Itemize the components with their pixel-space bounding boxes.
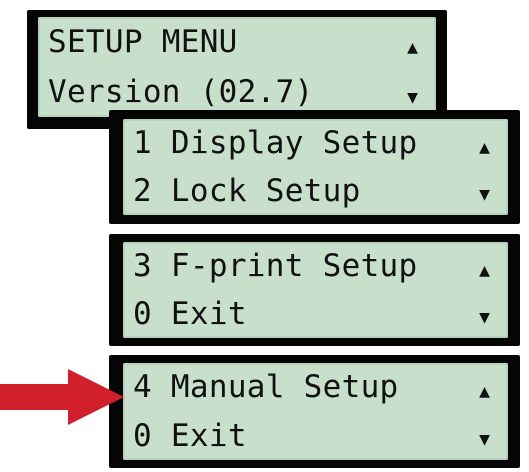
lcd-text: 0 Exit (133, 296, 247, 332)
scroll-down-icon: ▼ (479, 429, 490, 450)
red-arrow-icon (0, 369, 124, 425)
lcd-text: SETUP MENU (48, 24, 238, 60)
lcd-screen-setup-options-2: 3 F-print Setup 0 Exit ▲ ▼ (123, 242, 508, 338)
lcd-line-option: 0 Exit (133, 290, 508, 338)
scroll-down-icon: ▼ (479, 184, 490, 205)
lcd-screen-setup-menu: SETUP MENU Version (02.7) ▲ ▼ (38, 17, 436, 117)
lcd-text: 0 Exit (133, 417, 247, 454)
scroll-up-icon: ▲ (479, 137, 490, 158)
red-arrow-shape (0, 369, 124, 425)
lcd-line-option: 1 Display Setup (133, 119, 508, 167)
lcd-panel-manual-setup: 4 Manual Setup 0 Exit ▲ ▼ (109, 355, 520, 468)
scroll-down-icon: ▼ (479, 307, 490, 328)
scroll-up-icon: ▲ (479, 381, 490, 402)
scroll-down-icon: ▼ (407, 87, 418, 108)
lcd-line-option: 4 Manual Setup (133, 363, 508, 412)
lcd-text: 4 Manual Setup (133, 369, 399, 406)
lcd-panel-setup-options-2: 3 F-print Setup 0 Exit ▲ ▼ (109, 234, 520, 346)
lcd-screen-manual-setup: 4 Manual Setup 0 Exit ▲ ▼ (123, 363, 508, 460)
lcd-line-option: 0 Exit (133, 412, 508, 461)
lcd-text: 1 Display Setup (133, 125, 418, 161)
scroll-up-icon: ▲ (407, 37, 418, 58)
lcd-text: 3 F-print Setup (133, 248, 418, 284)
lcd-text: Version (02.7) (48, 74, 314, 110)
scroll-up-icon: ▲ (479, 260, 490, 281)
lcd-line-title: SETUP MENU (48, 17, 436, 67)
lcd-text: 2 Lock Setup (133, 173, 361, 209)
lcd-line-option: 3 F-print Setup (133, 242, 508, 290)
lcd-screen-setup-options-1: 1 Display Setup 2 Lock Setup ▲ ▼ (123, 119, 508, 215)
lcd-panel-setup-options-1: 1 Display Setup 2 Lock Setup ▲ ▼ (109, 110, 520, 224)
lcd-line-option: 2 Lock Setup (133, 167, 508, 215)
